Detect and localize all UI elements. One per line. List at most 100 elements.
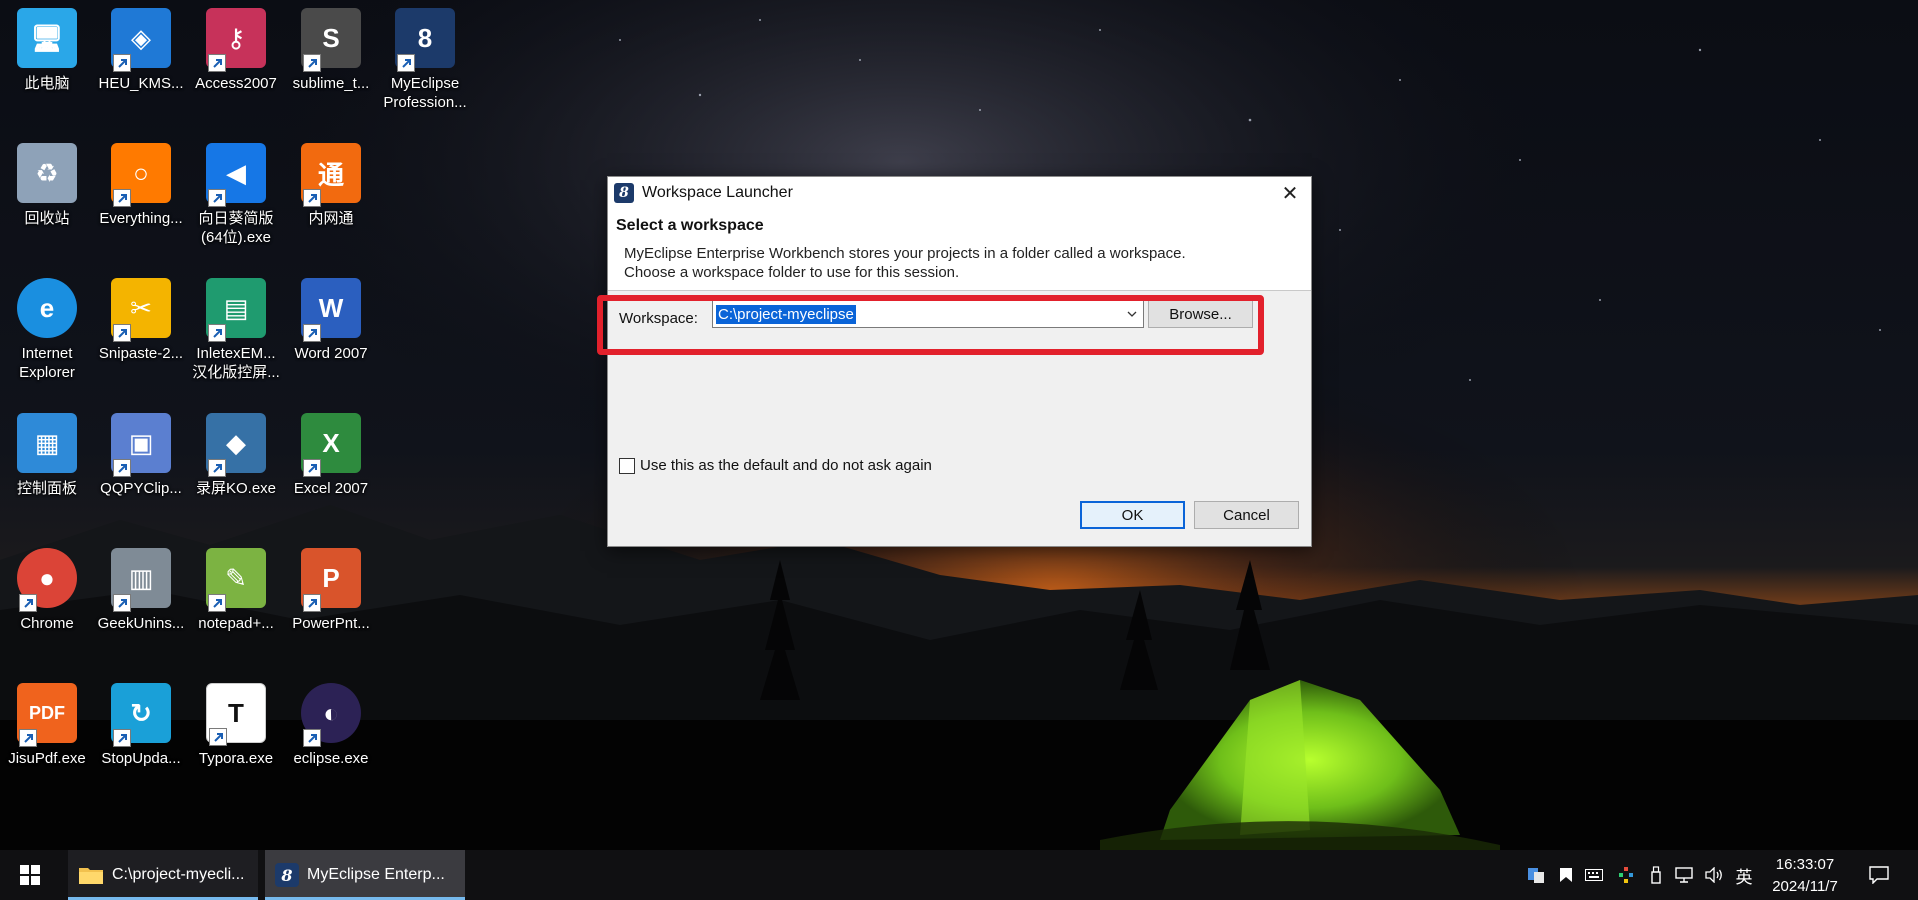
word-icon: W xyxy=(301,278,361,342)
shortcut-arrow-icon xyxy=(208,594,226,612)
desktop-icon-control-panel[interactable]: ▦ 控制面板 xyxy=(0,413,94,533)
notepad-plus-icon: ✎ xyxy=(206,548,266,612)
myeclipse-icon: 8 xyxy=(395,8,455,72)
desktop-icon-magnifier[interactable]: ○ Everything... xyxy=(94,143,188,263)
taskbar-item-explorer[interactable]: C:\project-myecli... xyxy=(68,850,258,900)
shortcut-arrow-icon xyxy=(303,54,321,72)
desktop-icon-inletex[interactable]: ▤ InletexEM... 汉化版控屏... xyxy=(189,278,283,398)
taskbar: C:\project-myecli... 8 MyEclipse Enterp.… xyxy=(0,850,1918,900)
excel-icon: X xyxy=(301,413,361,477)
cube-icon: ◈ xyxy=(111,8,171,72)
description-line-2: Choose a workspace folder to use for thi… xyxy=(624,264,960,281)
workspace-combobox[interactable]: C:\project-myeclipse xyxy=(712,300,1144,328)
myeclipse-icon: 8 xyxy=(614,183,634,203)
pdf-icon: PDF xyxy=(17,683,77,747)
desktop-icon-label: eclipse.exe xyxy=(293,750,369,767)
shortcut-arrow-icon xyxy=(113,594,131,612)
clock-time[interactable]: 16:33:07 xyxy=(1765,855,1845,875)
desktop-icon-label: Snipaste-2... xyxy=(98,345,184,362)
inletex-icon: ▤ xyxy=(206,278,266,342)
dialog-description: MyEclipse Enterprise Workbench stores yo… xyxy=(616,244,1303,282)
desktop-icon-trash-can[interactable]: ▥ GeekUnins... xyxy=(94,548,188,668)
ok-button[interactable]: OK xyxy=(1080,501,1185,529)
desktop-icon-excel[interactable]: X Excel 2007 xyxy=(284,413,378,533)
network-icon[interactable] xyxy=(1673,864,1695,886)
desktop-icon-label: Excel 2007 xyxy=(293,480,369,497)
color-picker-icon[interactable] xyxy=(1615,864,1637,886)
desktop-icon-label: Everything... xyxy=(99,210,183,227)
desktop-icon-myeclipse[interactable]: 8 MyEclipse Profession... xyxy=(378,8,472,128)
desktop-icon-eclipse[interactable]: ◐ eclipse.exe xyxy=(284,683,378,803)
shortcut-arrow-icon xyxy=(397,54,415,72)
desktop-icon-label: QQPYClip... xyxy=(100,480,182,497)
volume-icon[interactable] xyxy=(1703,864,1725,886)
desktop-icon-stop-update[interactable]: ↻ StopUpda... xyxy=(94,683,188,803)
desktop-icon-ie[interactable]: e Internet Explorer xyxy=(0,278,94,398)
desktop-icon-notepad-plus[interactable]: ✎ notepad+... xyxy=(189,548,283,668)
desktop-icon-typora[interactable]: T Typora.exe xyxy=(189,683,283,803)
desktop-icon-label: 控制面板 xyxy=(16,480,77,497)
desktop-icon-word[interactable]: W Word 2007 xyxy=(284,278,378,398)
desktop-icon-label: MyEclipse Profession... xyxy=(383,75,467,111)
usb-drive-icon[interactable] xyxy=(1645,864,1667,886)
desktop-icon-recycle-bin[interactable]: ♻ 回收站 xyxy=(0,143,94,263)
desktop-icon-label: Internet Explorer xyxy=(19,345,75,381)
taskbar-item-myeclipse[interactable]: 8 MyEclipse Enterp... xyxy=(265,850,465,900)
shortcut-arrow-icon xyxy=(209,728,227,746)
cancel-button[interactable]: Cancel xyxy=(1194,501,1299,529)
default-checkbox[interactable] xyxy=(619,457,635,474)
recycle-bin-icon: ♻ xyxy=(17,143,77,203)
desktop-icon-label: Access2007 xyxy=(195,75,277,92)
notification-center-icon[interactable] xyxy=(1868,864,1890,886)
folder-icon xyxy=(78,865,104,885)
shortcut-arrow-icon xyxy=(113,459,131,477)
shortcut-arrow-icon xyxy=(19,729,37,747)
desktop-icon-chrome[interactable]: ● Chrome xyxy=(0,548,94,668)
desktop-icon-pdf[interactable]: PDF JisuPdf.exe xyxy=(0,683,94,803)
desktop-icon-label: HEU_KMS... xyxy=(98,75,184,92)
desktop-icon-label: GeekUnins... xyxy=(97,615,185,632)
chevron-down-icon[interactable] xyxy=(1123,304,1141,324)
sunflower-icon: ◀ xyxy=(206,143,266,207)
shortcut-arrow-icon xyxy=(113,729,131,747)
desktop-icon-label: Word 2007 xyxy=(294,345,368,362)
start-button[interactable] xyxy=(0,850,60,900)
desktop-icon-powerpoint[interactable]: P PowerPnt... xyxy=(284,548,378,668)
default-checkbox-label[interactable]: Use this as the default and do not ask a… xyxy=(640,457,932,474)
desktop-icon-label: InletexEM... 汉化版控屏... xyxy=(192,345,280,381)
desktop-icon-computer[interactable]: 🖥 此电脑 xyxy=(0,8,94,128)
dialog-header: Select a workspace MyEclipse Enterprise … xyxy=(608,209,1311,291)
desktop-icon-label: notepad+... xyxy=(198,615,274,632)
desktop-icon-sublime[interactable]: Ssublime_t... xyxy=(284,8,378,128)
python-icon: ◆ xyxy=(206,413,266,477)
shortcut-arrow-icon xyxy=(303,324,321,342)
workspace-input[interactable]: C:\project-myeclipse xyxy=(716,305,856,324)
ime-toolbar-icon[interactable] xyxy=(1525,864,1547,886)
desktop-icon-key[interactable]: ⚷ Access2007 xyxy=(189,8,283,128)
bookmark-icon[interactable] xyxy=(1555,864,1577,886)
desktop-icon-snipaste[interactable]: ✂ Snipaste-2... xyxy=(94,278,188,398)
default-option-row[interactable]: Use this as the default and do not ask a… xyxy=(619,457,932,474)
desktop-icon-clipboard[interactable]: ▣ QQPYClip... xyxy=(94,413,188,533)
magnifier-icon: ○ xyxy=(111,143,171,207)
shortcut-arrow-icon xyxy=(303,594,321,612)
shortcut-arrow-icon xyxy=(208,324,226,342)
taskbar-item-label: C:\project-myecli... xyxy=(112,866,245,883)
browse-button[interactable]: Browse... xyxy=(1148,300,1253,328)
desktop-icon-intranet[interactable]: 通内网通 xyxy=(284,143,378,263)
dialog-heading: Select a workspace xyxy=(616,217,764,234)
desktop-icon-label: Typora.exe xyxy=(198,750,274,767)
keyboard-icon[interactable] xyxy=(1583,864,1605,886)
workspace-row: Workspace: C:\project-myeclipse Browse..… xyxy=(608,293,1313,343)
shortcut-arrow-icon xyxy=(113,324,131,342)
desktop-icon-label: 录屏KO.exe xyxy=(195,480,277,497)
desktop-icon-cube[interactable]: ◈ HEU_KMS... xyxy=(94,8,188,128)
close-button[interactable]: ✕ xyxy=(1275,179,1305,207)
ime-mode-indicator[interactable]: 英 xyxy=(1733,864,1755,887)
desktop-icon-sunflower[interactable]: ◀ 向日葵简版 (64位).exe xyxy=(189,143,283,263)
shortcut-arrow-icon xyxy=(303,189,321,207)
desktop-icon-python[interactable]: ◆ 录屏KO.exe xyxy=(189,413,283,533)
clock-date[interactable]: 2024/11/7 xyxy=(1762,877,1848,897)
shortcut-arrow-icon xyxy=(113,189,131,207)
dialog-titlebar[interactable]: 8 Workspace Launcher ✕ xyxy=(608,177,1311,209)
